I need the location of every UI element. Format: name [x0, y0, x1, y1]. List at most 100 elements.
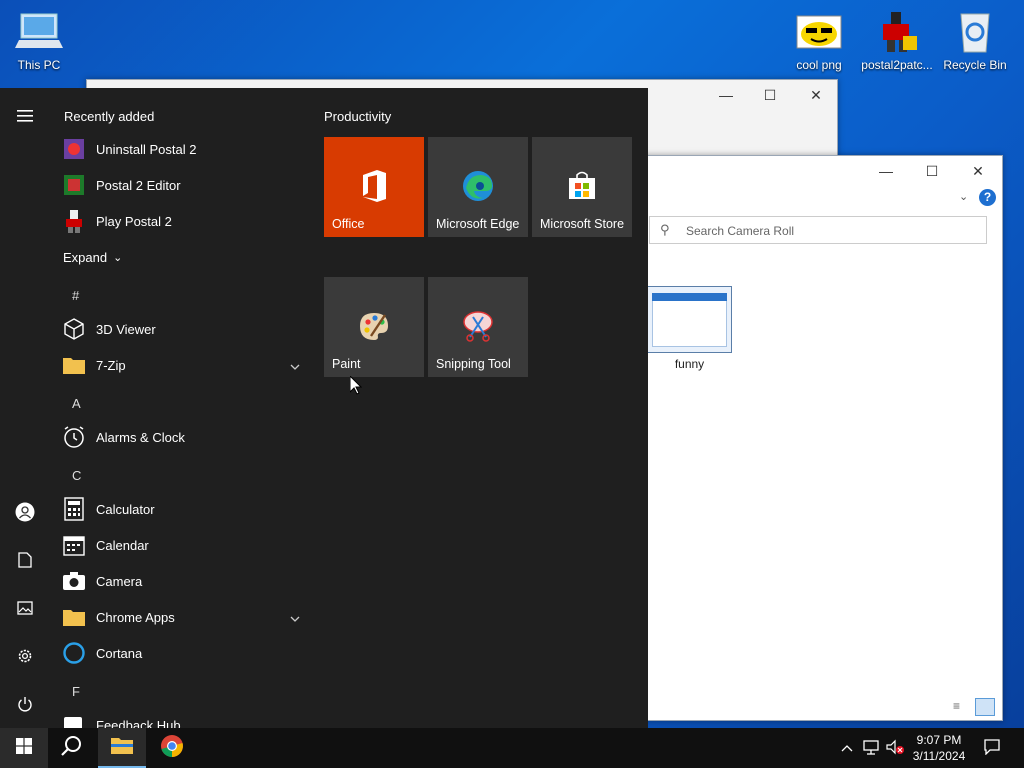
search-button[interactable] [48, 728, 96, 768]
app-label: Cortana [96, 645, 143, 661]
app-item-play-postal2[interactable]: Play Postal 2 [62, 203, 308, 239]
volume-muted-icon [885, 739, 905, 758]
show-hidden-icons[interactable] [838, 728, 856, 768]
expand-label: Expand [63, 249, 108, 265]
image-file-icon [795, 10, 843, 54]
taskbar-file-explorer[interactable] [98, 728, 146, 768]
file-thumbnail[interactable] [647, 286, 732, 353]
camera-icon [62, 569, 86, 593]
folder-icon [110, 735, 134, 760]
search-placeholder: Search Camera Roll [686, 224, 795, 238]
tile-label: Paint [332, 357, 361, 371]
recycle-bin-icon [951, 10, 999, 54]
mouse-cursor [349, 374, 363, 400]
tile-microsoft-edge[interactable]: Microsoft Edge [428, 137, 528, 237]
file-label[interactable]: funny [647, 357, 732, 371]
action-center-button[interactable] [978, 728, 1006, 768]
clock-date: 3/11/2024 [912, 749, 966, 763]
tile-paint[interactable]: Paint [324, 277, 424, 377]
calculator-icon [62, 497, 86, 521]
maximize-button[interactable]: ☐ [747, 80, 793, 110]
app-label: 7-Zip [96, 357, 126, 373]
app-label: Calendar [96, 537, 149, 553]
documents-icon[interactable] [0, 540, 50, 580]
app-item-alarms-clock[interactable]: Alarms & Clock [62, 419, 308, 455]
folder-icon [62, 353, 86, 377]
help-icon[interactable]: ? [979, 189, 996, 206]
start-rail [0, 88, 50, 728]
app-list: Recently added Uninstall Postal 2 Postal… [50, 88, 310, 728]
settings-gear-icon[interactable] [0, 636, 50, 676]
tile-label: Office [332, 217, 365, 231]
large-icons-view-icon[interactable] [975, 698, 995, 716]
tile-snipping-tool[interactable]: Snipping Tool [428, 277, 528, 377]
section-letter-c[interactable]: C [72, 468, 81, 483]
app-item-feedback-hub[interactable]: Feedback Hub [62, 707, 308, 728]
app-item-uninstall-postal2[interactable]: Uninstall Postal 2 [62, 131, 308, 167]
app-item-calculator[interactable]: Calculator [62, 491, 308, 527]
section-letter-hash[interactable]: # [72, 288, 79, 303]
tile-label: Microsoft Edge [436, 217, 520, 231]
chevron-up-icon [841, 741, 853, 755]
minimize-button[interactable]: — [703, 80, 749, 110]
desktop-icon-cool-png[interactable]: cool png [783, 10, 855, 72]
postal-uninstall-icon [62, 137, 86, 161]
recently-added-header: Recently added [64, 109, 155, 124]
desktop-icon-this-pc[interactable]: This PC [3, 10, 75, 72]
cube-icon [62, 317, 86, 341]
app-label: 3D Viewer [96, 321, 156, 337]
chevron-down-icon [290, 610, 300, 625]
pictures-icon[interactable] [0, 588, 50, 628]
minimize-button[interactable]: — [863, 156, 909, 186]
expand-button[interactable]: Expand ⌄ [63, 239, 309, 275]
desktop-icon-label: Recycle Bin [943, 58, 1007, 72]
user-account-icon[interactable] [0, 492, 50, 532]
start-button[interactable] [0, 728, 48, 768]
tile-microsoft-store[interactable]: Microsoft Store [532, 137, 632, 237]
desktop-icon-label: postal2patc... [861, 58, 933, 72]
details-view-icon[interactable]: ≡ [953, 699, 969, 715]
app-label: Calculator [96, 501, 155, 517]
section-letter-f[interactable]: F [72, 684, 80, 699]
close-button[interactable]: ✕ [793, 80, 839, 110]
app-item-calendar[interactable]: Calendar [62, 527, 308, 563]
app-label: Postal 2 Editor [96, 177, 181, 193]
postal-installer-icon [873, 10, 921, 54]
app-label: Feedback Hub [96, 717, 181, 729]
maximize-button[interactable]: ☐ [909, 156, 955, 186]
app-item-postal2-editor[interactable]: Postal 2 Editor [62, 167, 308, 203]
app-item-3d-viewer[interactable]: 3D Viewer [62, 311, 308, 347]
alarm-clock-icon [62, 425, 86, 449]
app-folder-chrome-apps[interactable]: Chrome Apps [62, 599, 308, 635]
app-folder-7zip[interactable]: 7-Zip [62, 347, 308, 383]
app-item-camera[interactable]: Camera [62, 563, 308, 599]
close-button[interactable]: ✕ [955, 156, 1001, 186]
chevron-down-icon [290, 358, 300, 373]
tile-office[interactable]: Office [324, 137, 424, 237]
search-box[interactable]: ⚲ Search Camera Roll [649, 216, 987, 244]
section-letter-a[interactable]: A [72, 396, 81, 411]
tile-label: Snipping Tool [436, 357, 511, 371]
taskbar-chrome[interactable] [148, 728, 196, 768]
tile-group-title[interactable]: Productivity [324, 109, 391, 124]
taskbar: 9:07 PM 3/11/2024 [0, 728, 1024, 768]
app-item-cortana[interactable]: Cortana [62, 635, 308, 671]
postal-game-icon [62, 209, 86, 233]
power-icon[interactable] [0, 684, 50, 724]
postal-editor-icon [62, 173, 86, 197]
volume-tray[interactable] [884, 728, 906, 768]
clock[interactable]: 9:07 PM 3/11/2024 [906, 728, 972, 768]
chevron-down-icon[interactable]: ⌄ [959, 190, 968, 203]
edge-icon [461, 169, 495, 208]
desktop-icon-recycle-bin[interactable]: Recycle Bin [939, 10, 1011, 72]
notification-icon [984, 738, 1000, 758]
app-label: Camera [96, 573, 143, 589]
network-tray[interactable] [860, 728, 882, 768]
hamburger-menu-icon[interactable] [0, 96, 50, 136]
chevron-down-icon: ⌄ [113, 251, 123, 264]
desktop-icon-postal2patch[interactable]: postal2patc... [861, 10, 933, 72]
scissors-icon [461, 309, 495, 348]
search-icon: ⚲ [660, 222, 670, 237]
cortana-ring-icon [62, 641, 86, 665]
file-explorer-window[interactable]: — ☐ ✕ ⌄ ? ⚲ Search Camera Roll funny ≡ [600, 155, 1003, 721]
